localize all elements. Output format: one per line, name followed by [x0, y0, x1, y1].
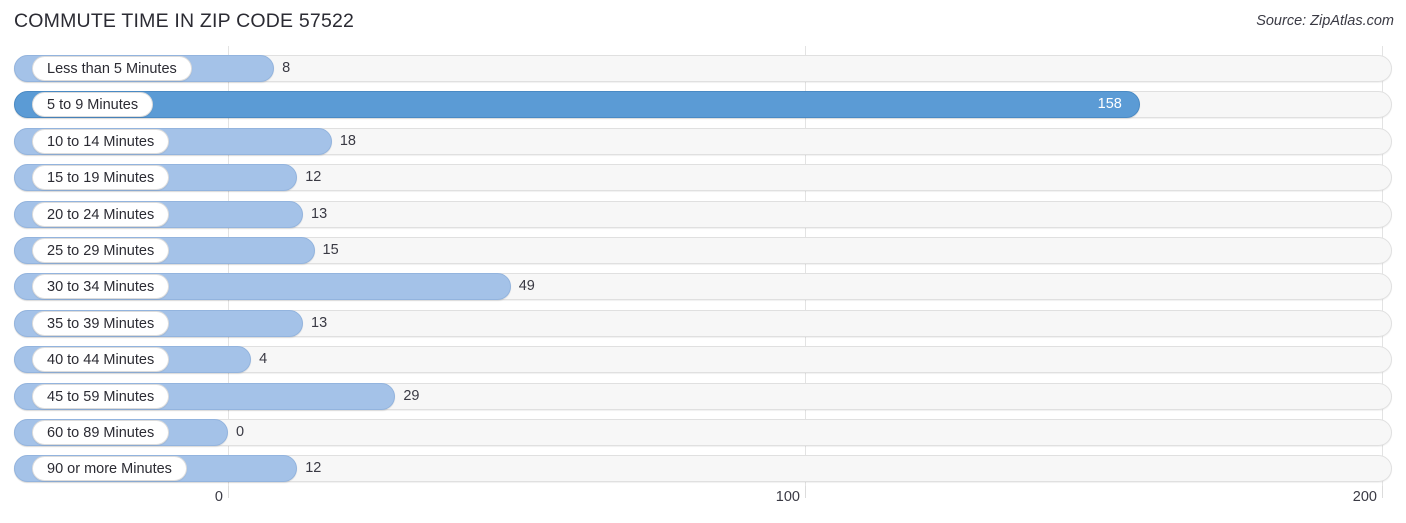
tick-mark: [228, 486, 229, 498]
category-label: 60 to 89 Minutes: [32, 420, 170, 445]
tick-mark: [1382, 486, 1383, 498]
chart-row[interactable]: 25 to 29 Minutes 15: [14, 237, 1392, 264]
category-label: 40 to 44 Minutes: [32, 347, 170, 373]
category-label: 20 to 24 Minutes: [32, 201, 170, 227]
category-label: 10 to 14 Minutes: [32, 128, 170, 154]
chart-row[interactable]: 90 or more Minutes 12: [14, 455, 1392, 483]
chart-row[interactable]: 5 to 9 Minutes 158: [14, 91, 1392, 119]
x-axis: 0 100 200: [0, 486, 1406, 523]
category-label: 35 to 39 Minutes: [32, 310, 170, 336]
category-label: 15 to 19 Minutes: [32, 165, 170, 191]
bar-value-label: 49: [518, 278, 535, 295]
bar-value-label-inside: 158: [1097, 96, 1122, 113]
category-label: 5 to 9 Minutes: [32, 92, 154, 118]
bar-value-label: 13: [311, 205, 328, 222]
chart-row[interactable]: 40 to 44 Minutes 4: [14, 346, 1392, 374]
bar-value-label: 13: [311, 314, 328, 331]
bar-value-label: 0: [236, 424, 245, 440]
chart-row[interactable]: Less than 5 Minutes 8: [14, 55, 1392, 82]
bar-value-label: 12: [305, 169, 322, 186]
category-label: 90 or more Minutes: [32, 456, 187, 482]
bar-value-label: 29: [403, 387, 420, 404]
chart-row[interactable]: 15 to 19 Minutes 12: [14, 164, 1392, 192]
category-label: 45 to 59 Minutes: [32, 383, 170, 409]
category-label: Less than 5 Minutes: [32, 56, 192, 81]
chart-row[interactable]: 10 to 14 Minutes 18: [14, 127, 1392, 155]
tick-mark: [805, 486, 806, 498]
bar-value-label: 12: [305, 460, 322, 477]
x-tick-label: 0: [214, 489, 223, 505]
chart-row[interactable]: 30 to 34 Minutes 49: [14, 273, 1392, 301]
x-tick-label: 100: [775, 489, 800, 505]
chart-row[interactable]: 20 to 24 Minutes 13: [14, 200, 1392, 228]
bar-value-label: 18: [339, 132, 356, 149]
bar[interactable]: [14, 91, 1140, 119]
chart-container: COMMUTE TIME IN ZIP CODE 57522 Source: Z…: [0, 0, 1406, 523]
plot-area: Less than 5 Minutes 8 5 to 9 Minutes 158 10 …: [0, 46, 1406, 486]
chart-title: COMMUTE TIME IN ZIP CODE 57522: [14, 10, 355, 32]
bar-value-label: 4: [259, 351, 268, 368]
category-label: 30 to 34 Minutes: [32, 274, 170, 300]
source-attribution: Source: ZipAtlas.com: [1256, 13, 1394, 29]
chart-row[interactable]: 45 to 59 Minutes 29: [14, 382, 1392, 410]
category-label: 25 to 29 Minutes: [32, 238, 170, 263]
bar-value-label: 15: [322, 242, 339, 258]
x-tick-label: 200: [1352, 489, 1377, 505]
chart-row[interactable]: 60 to 89 Minutes 0: [14, 419, 1392, 446]
bar-value-label: 8: [282, 60, 291, 76]
chart-row[interactable]: 35 to 39 Minutes 13: [14, 309, 1392, 337]
